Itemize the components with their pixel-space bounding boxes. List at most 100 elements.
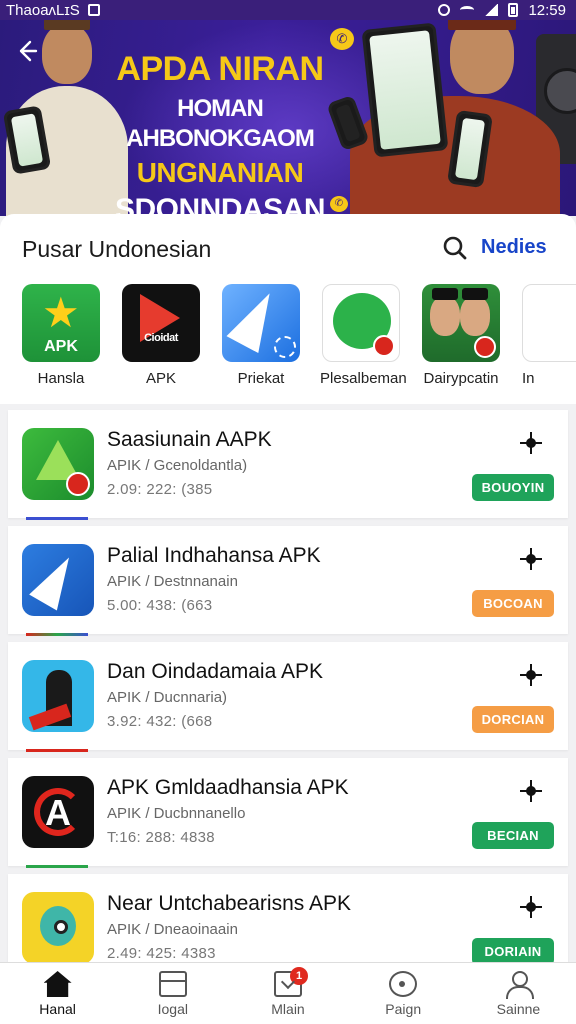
wifi-icon (460, 6, 475, 14)
notification-badge: 1 (290, 967, 308, 985)
signal-icon (484, 4, 499, 16)
arrow-app-icon (222, 284, 300, 362)
notification-icon (87, 4, 100, 16)
app-title: Palial Indhahansa APK (107, 544, 321, 567)
app-title: Near Untchabearisns APK (107, 892, 351, 915)
card-icon (158, 971, 187, 997)
nav-sainne[interactable]: Sainne (461, 963, 576, 1024)
person-head (450, 20, 514, 94)
tile-label: APK (44, 338, 78, 355)
download-button[interactable]: DORIAIN (472, 938, 554, 965)
tile-label: Cioidat (144, 332, 178, 344)
robot-app-icon (22, 892, 94, 964)
status-bar: ThaoaʌLɪS 12:59 (0, 0, 576, 20)
app-card[interactable]: Saasiunain AAPK APIK / Gcenoldantla) 2.0… (8, 410, 568, 520)
more-options-icon[interactable] (520, 432, 542, 454)
clock: 12:59 (528, 1, 566, 19)
person-cap (448, 20, 516, 30)
category-plesalbeman[interactable]: Plesalbeman (320, 284, 422, 387)
app-card[interactable]: Dan Oindadamaia APK APIK / Ducnnaria) 3.… (8, 642, 568, 752)
nav-label: Hanal (39, 1001, 76, 1017)
more-options-icon[interactable] (520, 780, 542, 802)
star-apk-icon: ★ APK (22, 284, 100, 362)
nav-hanal[interactable]: Hanal (0, 963, 115, 1024)
nav-iogal[interactable]: Iogal (115, 963, 230, 1024)
app-list: Saasiunain AAPK APIK / Gcenoldantla) 2.0… (8, 410, 568, 990)
app-meta: 2.09: 222: (385 (107, 481, 213, 498)
category-label: In (522, 370, 535, 387)
category-label: Hansla (37, 370, 85, 387)
app-icon (522, 284, 576, 362)
back-arrow-icon[interactable] (14, 38, 44, 68)
app-title: APK Gmldaadhansia APK (107, 776, 349, 799)
banner-headline: APDA NIRAN HOMAN AHBONOKGAOM UNGNANIAN S… (100, 50, 340, 216)
app-meta: T:16: 288: 4838 (107, 829, 215, 846)
search-icon[interactable] (442, 235, 468, 261)
download-button[interactable]: BOCOAN (472, 590, 554, 617)
app-card[interactable]: Palial Indhahansa APK APIK / Destnnanain… (8, 526, 568, 636)
app-subtitle: APIK / Ducbnnanello (107, 805, 246, 822)
download-button[interactable]: BOUOYIN (472, 474, 554, 501)
card-accent (26, 865, 88, 868)
home-icon (43, 971, 72, 997)
person-cap (44, 20, 90, 30)
more-options-icon[interactable] (520, 896, 542, 918)
card-accent (26, 749, 88, 752)
category-dairypcatin[interactable]: Dairypcatin (422, 284, 522, 387)
app-screen: ThaoaʌLɪS 12:59 ✆ ✆ APDA NIRAN HOMAN AHB… (0, 0, 576, 1024)
portrait-app-icon (422, 284, 500, 362)
battery-icon (508, 3, 519, 17)
app-subtitle: APIK / Destnnanain (107, 573, 238, 590)
category-label: Dairypcatin (423, 370, 499, 387)
more-options-icon[interactable] (520, 664, 542, 686)
download-button[interactable]: DORCIAN (472, 706, 554, 733)
category-section: Pusar Undonesian Nedies ★ APK Hansla Cio… (0, 214, 576, 404)
nav-paign[interactable]: Paign (346, 963, 461, 1024)
category-hansla[interactable]: ★ APK Hansla (22, 284, 122, 387)
category-priekat[interactable]: Priekat (222, 284, 322, 387)
bottom-navigation: Hanal Iogal 1 Mlain Paign Sainne (0, 962, 576, 1024)
app-meta: 3.92: 432: (668 (107, 713, 213, 730)
letter-a-app-icon: A (22, 776, 94, 848)
category-label: Plesalbeman (320, 370, 407, 387)
person-head (42, 24, 92, 84)
banner-line-2: HOMAN AHBONOKGAOM (126, 95, 315, 152)
download-button[interactable]: BECIAN (472, 822, 554, 849)
category-label: APK (145, 370, 176, 387)
nav-label: Paign (385, 1001, 422, 1017)
user-icon (504, 971, 535, 999)
category-label: Priekat (237, 370, 285, 387)
category-apk[interactable]: Cioidat APK (122, 284, 222, 387)
banner-line-1: APDA NIRAN (116, 50, 324, 88)
banner-line-4: SDONNDASAN (114, 193, 326, 216)
app-subtitle: APIK / Gcenoldantla) (107, 457, 248, 474)
app-subtitle: APIK / Ducnnaria) (107, 689, 228, 706)
alarm-icon (438, 4, 451, 16)
download-icon: 1 (274, 967, 308, 997)
nav-label: Sainne (496, 1001, 541, 1017)
phone-image (361, 22, 449, 158)
card-accent (26, 633, 88, 636)
more-options-icon[interactable] (520, 548, 542, 570)
app-title: Dan Oindadamaia APK (107, 660, 323, 683)
app-meta: 2.49: 425: 4383 (107, 945, 216, 962)
circle-icon (389, 971, 418, 997)
play-apk-icon: Cioidat (122, 284, 200, 362)
nav-mlain[interactable]: 1 Mlain (230, 963, 345, 1024)
app-subtitle: APIK / Dneaoinaain (107, 921, 238, 938)
chat-bubble-icon: ✆ (330, 28, 354, 50)
app-meta: 5.00: 438: (663 (107, 597, 213, 614)
nav-label: Mlain (271, 1001, 305, 1017)
section-title: Pusar Undonesian (22, 236, 212, 262)
figure-app-icon (22, 660, 94, 732)
more-link[interactable]: Nedies (481, 236, 547, 259)
promo-banner[interactable]: ✆ ✆ APDA NIRAN HOMAN AHBONOKGAOM UNGNANI… (0, 20, 576, 216)
carrier-label: ThaoaʌLɪS (6, 1, 80, 19)
category-in[interactable]: In (522, 284, 576, 387)
category-row: ★ APK Hansla Cioidat APK Priekat Plesalb… (22, 284, 576, 387)
fin-app-icon (22, 544, 94, 616)
chat-app-icon (322, 284, 400, 362)
app-title: Saasiunain AAPK (107, 428, 272, 451)
nav-label: Iogal (157, 1001, 188, 1017)
app-card[interactable]: A APK Gmldaadhansia APK APIK / Ducbnnane… (8, 758, 568, 868)
